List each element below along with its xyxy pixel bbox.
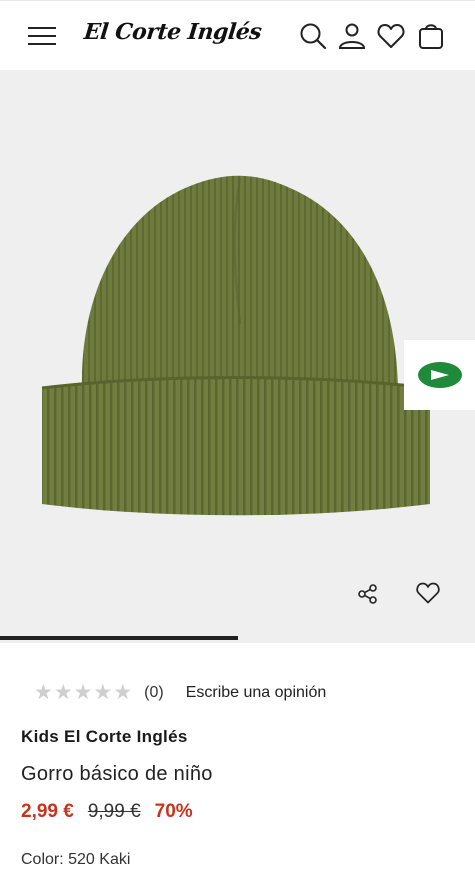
gallery-progress-bar xyxy=(0,636,475,640)
star-icon: ★ xyxy=(113,681,133,704)
top-header: El Corte Inglés xyxy=(0,0,475,70)
star-icon: ★ xyxy=(34,681,53,704)
product-image xyxy=(41,175,431,516)
wishlist-heart-icon[interactable] xyxy=(412,577,444,609)
store-logo[interactable]: El Corte Inglés xyxy=(83,19,263,45)
rating-row: ★ ★ ★ ★ ★ (0) Escribe una opinión xyxy=(34,682,326,703)
star-icon: ★ xyxy=(73,681,93,704)
play-arrow-icon xyxy=(417,362,462,388)
share-icon[interactable] xyxy=(352,578,384,610)
user-icon[interactable] xyxy=(337,21,367,51)
menu-icon[interactable] xyxy=(28,25,58,47)
discount-badge: 70% xyxy=(154,801,193,822)
write-review-link[interactable]: Escribe una opinión xyxy=(186,684,327,702)
rating-stars: ★ ★ ★ ★ ★ xyxy=(34,682,132,703)
product-image-gallery[interactable] xyxy=(0,70,475,643)
price-row: 2,99 € 9,99 € 70% xyxy=(21,801,193,823)
gallery-progress-fill xyxy=(0,636,238,640)
original-price: 9,99 € xyxy=(87,801,141,822)
star-icon: ★ xyxy=(53,681,73,704)
search-icon[interactable] xyxy=(298,21,328,51)
sale-price: 2,99 € xyxy=(21,801,74,822)
play-badge[interactable] xyxy=(404,340,475,410)
color-label: Color: 520 Kaki xyxy=(21,851,131,868)
product-brand[interactable]: Kids El Corte Inglés xyxy=(21,727,188,747)
bag-icon[interactable] xyxy=(416,21,446,51)
star-icon: ★ xyxy=(93,681,113,704)
product-title: Gorro básico de niño xyxy=(21,763,213,785)
heart-icon[interactable] xyxy=(376,21,406,51)
review-count: (0) xyxy=(144,683,164,701)
